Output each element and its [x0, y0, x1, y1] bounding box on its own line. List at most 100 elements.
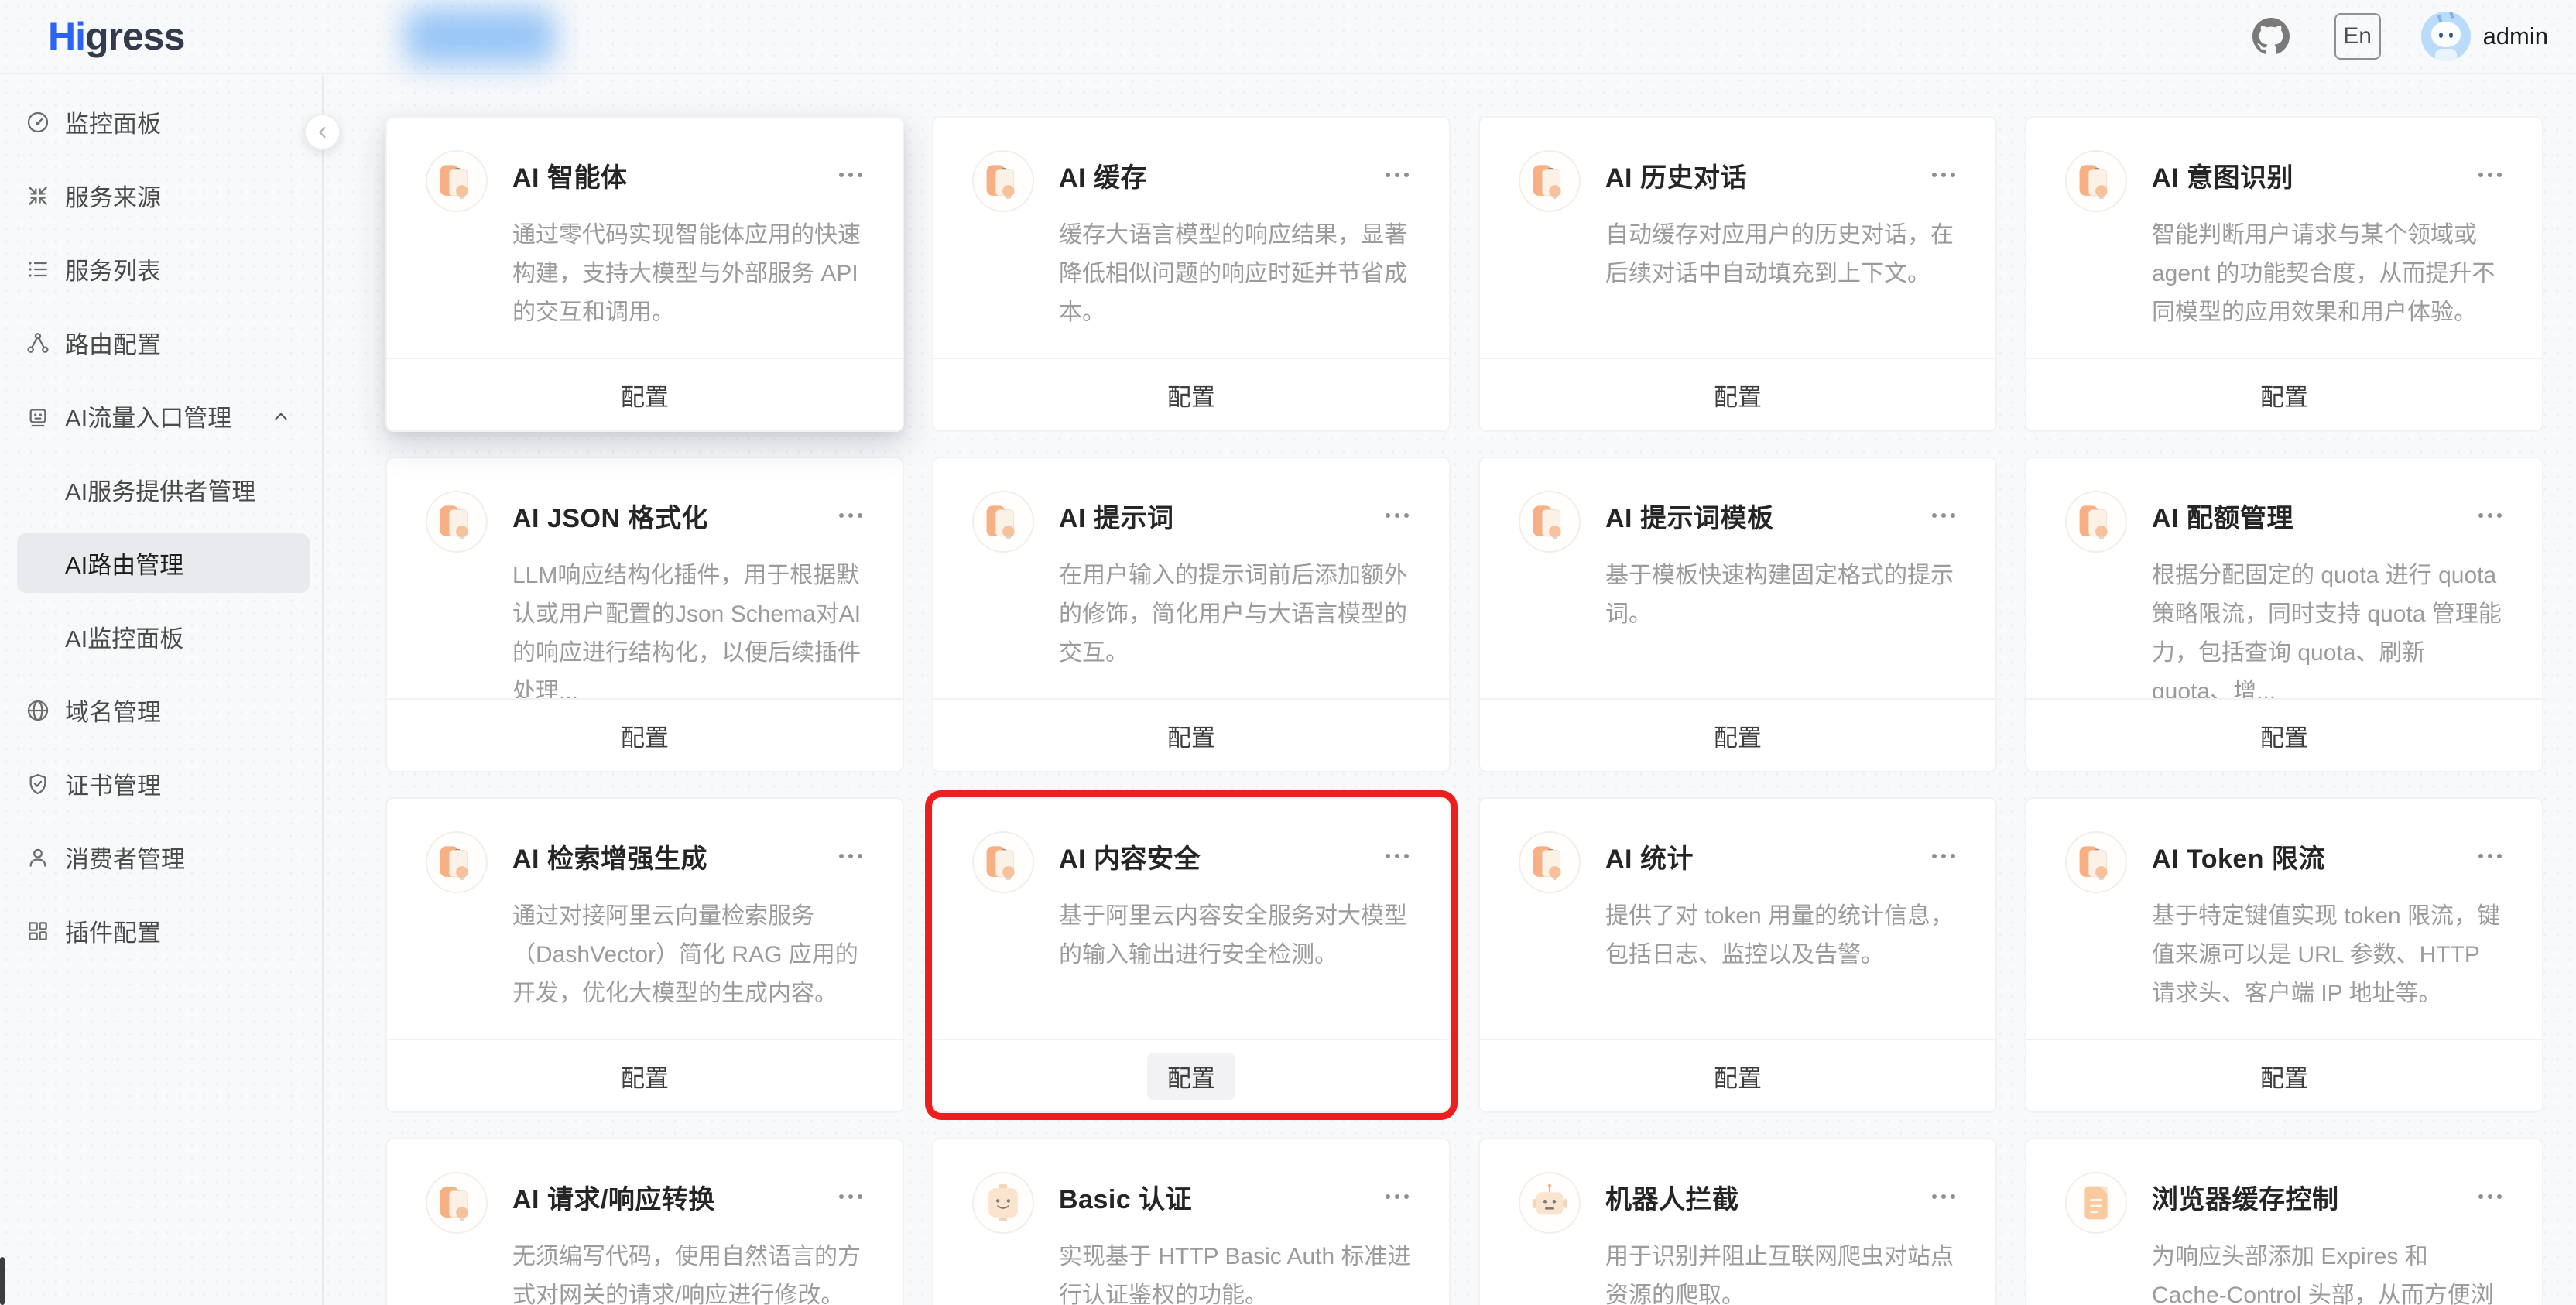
card-menu-ellipsis-icon[interactable]	[1386, 854, 1412, 859]
chevron-left-icon	[314, 124, 331, 141]
higress-logo[interactable]: Higress	[0, 14, 324, 59]
plugin-card[interactable]: AI 提示词 在用户输入的提示词前后添加额外的修饰，简化用户与大语言模型的交互。…	[932, 457, 1451, 772]
plugin-card[interactable]: 浏览器缓存控制 为响应头部添加 Expires 和 Cache-Control …	[2025, 1138, 2543, 1305]
card-menu-ellipsis-icon[interactable]	[1932, 173, 1958, 178]
sidebar-collapse-button[interactable]	[304, 114, 341, 150]
plugin-card[interactable]: AI 历史对话 自动缓存对应用户的历史对话，在后续对话中自动填充到上下文。 配置	[1478, 116, 1997, 432]
sidebar-item-icon	[26, 845, 50, 870]
plugin-icon	[1519, 150, 1581, 212]
plugin-card-head: AI 提示词模板 基于模板快速构建固定格式的提示词。	[1480, 458, 1995, 698]
configure-button-label: 配置	[1167, 718, 1215, 753]
plugin-card[interactable]: AI Token 限流 基于特定键值实现 token 限流，键值来源可以是 UR…	[2025, 797, 2543, 1113]
card-menu-ellipsis-icon[interactable]	[2478, 173, 2505, 178]
configure-button[interactable]: 配置	[2026, 1039, 2542, 1111]
plugin-icon	[972, 491, 1034, 553]
configure-button[interactable]: 配置	[933, 358, 1449, 430]
sidebar-item[interactable]: 消费者管理	[0, 820, 322, 894]
configure-button[interactable]: 配置	[1480, 358, 1995, 430]
sidebar-item[interactable]: 证书管理	[0, 747, 322, 820]
plugin-title: AI JSON 格式化	[512, 497, 708, 535]
card-menu-ellipsis-icon[interactable]	[2478, 854, 2505, 859]
configure-button-label: 配置	[2260, 1059, 2308, 1094]
card-menu-ellipsis-icon[interactable]	[1386, 513, 1412, 519]
sidebar-item[interactable]: 路由配置	[0, 306, 322, 379]
card-menu-ellipsis-icon[interactable]	[839, 854, 865, 859]
card-menu-ellipsis-icon[interactable]	[1932, 854, 1958, 859]
plugin-title: AI Token 限流	[2152, 837, 2325, 875]
sidebar-subitem[interactable]: AI服务提供者管理	[0, 453, 322, 526]
plugin-icon	[1519, 831, 1581, 893]
redacted-page-title[interactable]	[405, 8, 555, 65]
sidebar-subitem[interactable]: AI监控面板	[0, 600, 322, 673]
configure-button[interactable]: 配置	[2026, 358, 2542, 430]
sidebar-item-label: 消费者管理	[65, 840, 185, 875]
plugin-description: 基于模板快速构建固定格式的提示词。	[1605, 557, 1958, 634]
plugin-card[interactable]: AI 配额管理 根据分配固定的 quota 进行 quota 策略限流，同时支持…	[2025, 457, 2543, 772]
configure-button[interactable]: 配置	[933, 698, 1449, 771]
plugin-description: 用于识别并阻止互联网爬虫对站点资源的爬取。	[1605, 1238, 1958, 1305]
plugin-card-head: Basic 认证 实现基于 HTTP Basic Auth 标准进行认证鉴权的功…	[933, 1139, 1449, 1305]
card-menu-ellipsis-icon[interactable]	[839, 1194, 865, 1200]
sidebar-item-icon	[26, 331, 50, 355]
card-menu-ellipsis-icon[interactable]	[1932, 1194, 1958, 1200]
logo-rest: gress	[85, 15, 184, 58]
plugin-icon	[2065, 1172, 2127, 1234]
language-toggle-button[interactable]: En	[2334, 13, 2381, 60]
configure-button-label: 配置	[1714, 718, 1762, 753]
github-icon[interactable]	[2252, 18, 2290, 55]
card-menu-ellipsis-icon[interactable]	[1932, 513, 1958, 519]
sidebar-item[interactable]: AI流量入口管理	[0, 379, 322, 453]
configure-button-label: 配置	[621, 718, 669, 753]
configure-button[interactable]: 配置	[387, 358, 903, 430]
plugin-card-head: AI Token 限流 基于特定键值实现 token 限流，键值来源可以是 UR…	[2026, 799, 2542, 1039]
card-menu-ellipsis-icon[interactable]	[839, 173, 865, 178]
sidebar-scrollbar-thumb[interactable]	[0, 1257, 5, 1305]
card-menu-ellipsis-icon[interactable]	[2478, 513, 2505, 519]
plugin-card[interactable]: Basic 认证 实现基于 HTTP Basic Auth 标准进行认证鉴权的功…	[932, 1138, 1451, 1305]
sidebar-item[interactable]: 服务列表	[0, 232, 322, 306]
plugin-card[interactable]: AI 提示词模板 基于模板快速构建固定格式的提示词。 配置	[1478, 457, 1997, 772]
avatar-mascot	[2431, 22, 2461, 47]
configure-button-label: 配置	[1147, 1053, 1235, 1100]
plugin-card[interactable]: AI 智能体 通过零代码实现智能体应用的快速构建，支持大模型与外部服务 API …	[385, 116, 904, 432]
sidebar-item-icon	[26, 919, 50, 944]
plugin-card[interactable]: 机器人拦截 用于识别并阻止互联网爬虫对站点资源的爬取。 配置	[1478, 1138, 1997, 1305]
plugin-title: AI 提示词	[1059, 497, 1173, 535]
plugin-title: AI 提示词模板	[1605, 497, 1773, 535]
plugin-description: 基于特定键值实现 token 限流，键值来源可以是 URL 参数、HTTP 请求…	[2152, 897, 2505, 1013]
configure-button[interactable]: 配置	[387, 1039, 903, 1111]
plugin-card[interactable]: AI 统计 提供了对 token 用量的统计信息，包括日志、监控以及告警。 配置	[1478, 797, 1997, 1113]
sidebar-item[interactable]: 服务来源	[0, 159, 322, 232]
plugin-icon	[972, 831, 1034, 893]
plugin-card[interactable]: AI 缓存 缓存大语言模型的响应结果，显著降低相似问题的响应时延并节省成本。 配…	[932, 116, 1451, 432]
user-menu[interactable]: admin	[2421, 12, 2548, 61]
card-menu-ellipsis-icon[interactable]	[839, 513, 865, 519]
configure-button[interactable]: 配置	[387, 698, 903, 771]
plugin-card[interactable]: AI 请求/响应转换 无须编写代码，使用自然语言的方式对网关的请求/响应进行修改…	[385, 1138, 904, 1305]
plugin-icon	[1519, 1172, 1581, 1234]
plugin-card-head: 浏览器缓存控制 为响应头部添加 Expires 和 Cache-Control …	[2026, 1139, 2542, 1305]
configure-button[interactable]: 配置	[2026, 698, 2542, 771]
sidebar-item[interactable]: 域名管理	[0, 673, 322, 747]
configure-button[interactable]: 配置	[933, 1039, 1449, 1111]
card-menu-ellipsis-icon[interactable]	[1386, 1194, 1412, 1200]
username: admin	[2483, 22, 2548, 50]
sidebar-item[interactable]: 插件配置	[0, 894, 322, 968]
card-menu-ellipsis-icon[interactable]	[2478, 1194, 2505, 1200]
plugin-card[interactable]: AI JSON 格式化 LLM响应结构化插件，用于根据默认或用户配置的Json …	[385, 457, 904, 772]
sidebar-item[interactable]: 监控面板	[0, 85, 322, 159]
configure-button[interactable]: 配置	[1480, 698, 1995, 771]
configure-button[interactable]: 配置	[1480, 1039, 1995, 1111]
plugin-title: AI 缓存	[1059, 156, 1147, 194]
plugin-card[interactable]: AI 检索增强生成 通过对接阿里云向量检索服务（DashVector）简化 RA…	[385, 797, 904, 1113]
sidebar-item-label: 证书管理	[65, 766, 161, 801]
configure-button-label: 配置	[621, 378, 669, 413]
configure-button-label: 配置	[1714, 378, 1762, 413]
plugin-description: 通过零代码实现智能体应用的快速构建，支持大模型与外部服务 API 的交互和调用。	[512, 216, 865, 332]
sidebar-subitem[interactable]: AI路由管理	[17, 533, 310, 593]
plugin-icon	[426, 150, 488, 212]
plugin-card[interactable]: AI 内容安全 基于阿里云内容安全服务对大模型的输入输出进行安全检测。 配置	[932, 797, 1451, 1113]
plugin-title: AI 检索增强生成	[512, 837, 707, 875]
plugin-card[interactable]: AI 意图识别 智能判断用户请求与某个领域或 agent 的功能契合度，从而提升…	[2025, 116, 2543, 432]
card-menu-ellipsis-icon[interactable]	[1386, 173, 1412, 178]
